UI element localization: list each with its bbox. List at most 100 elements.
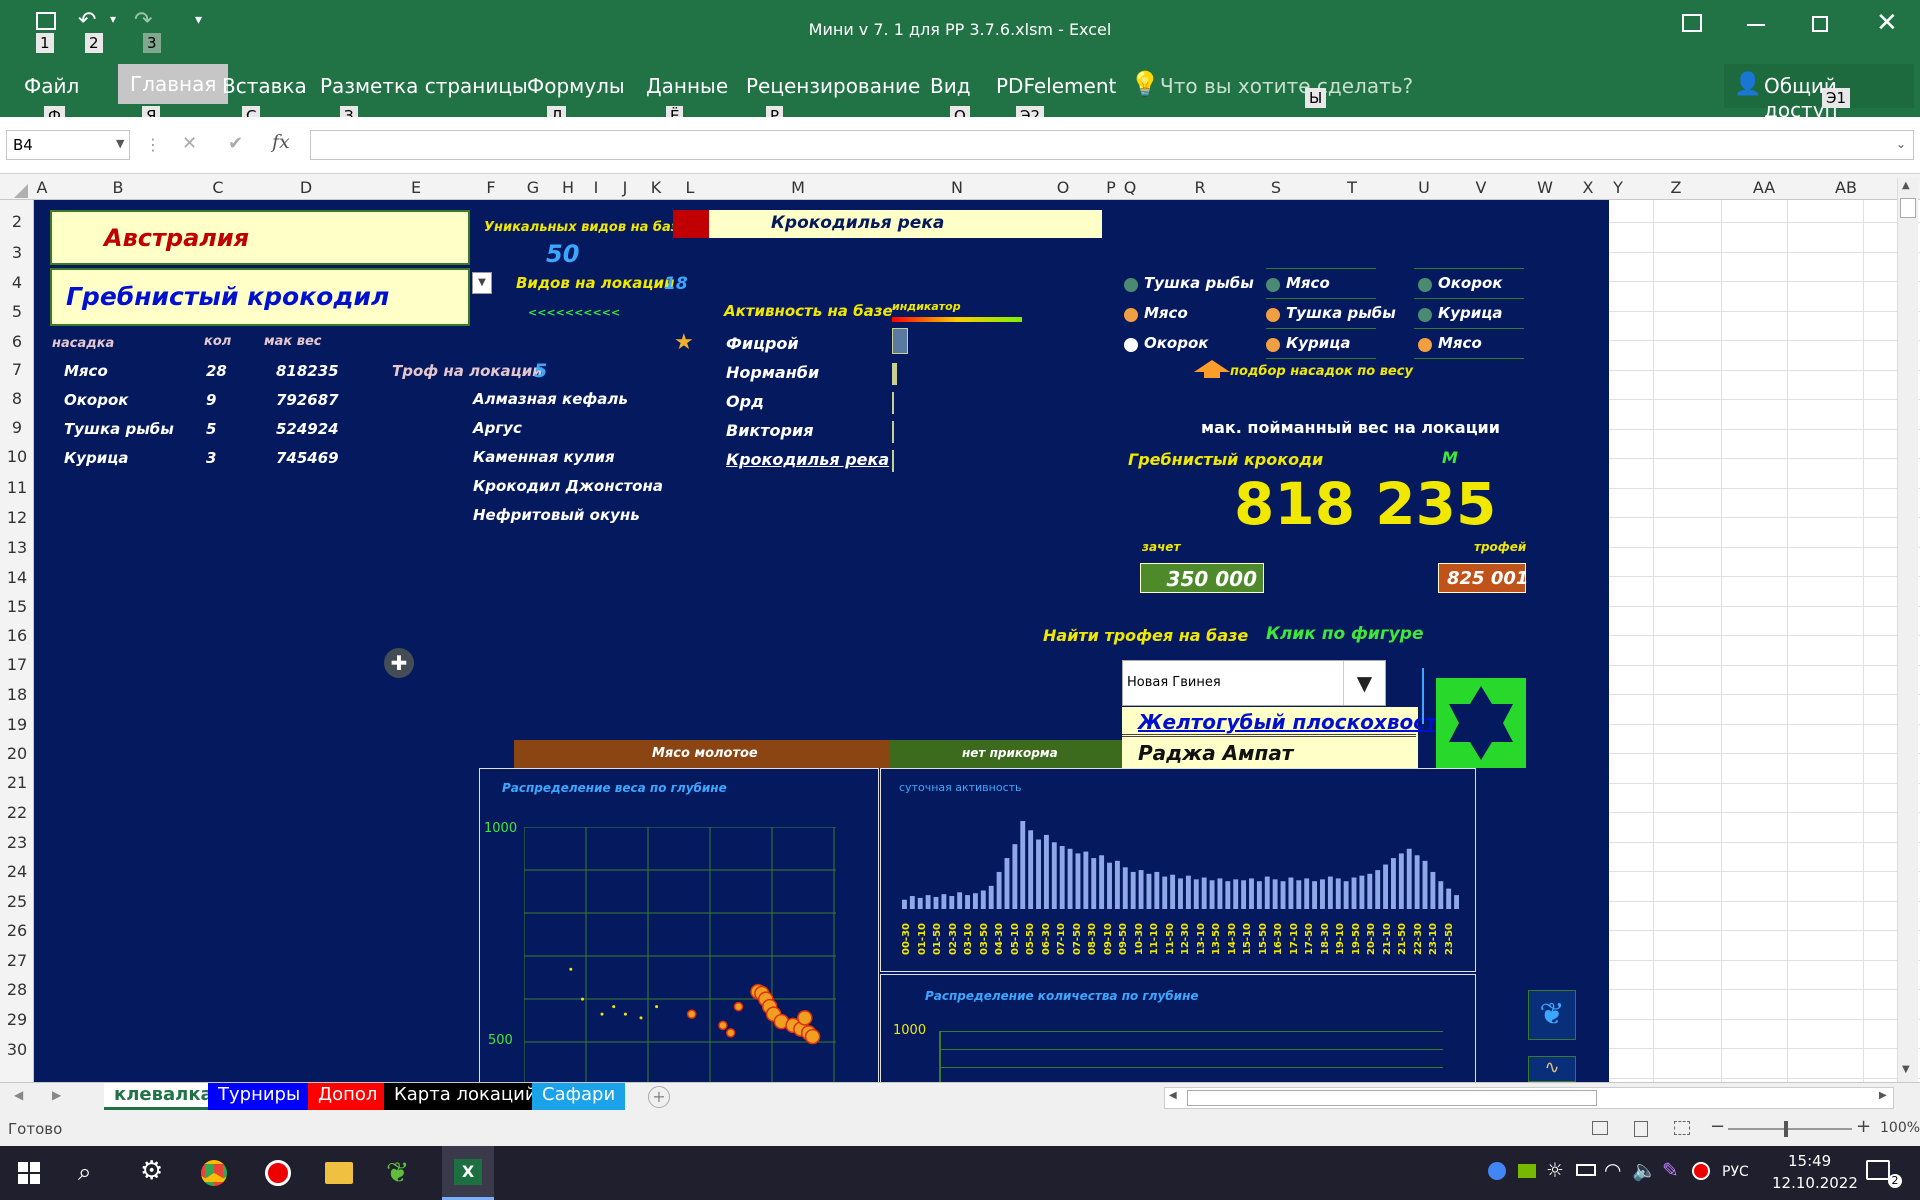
col-header-AB[interactable]: AB: [1835, 178, 1857, 197]
row-header-19[interactable]: 19: [0, 715, 34, 734]
col-header-R[interactable]: R: [1194, 178, 1205, 197]
record-icon[interactable]: [265, 1160, 291, 1186]
cancel-icon[interactable]: ✕: [182, 133, 197, 154]
col-header-H[interactable]: H: [562, 178, 574, 197]
col-header-P[interactable]: P: [1106, 178, 1116, 197]
zoom-out-icon[interactable]: −: [1710, 1116, 1725, 1137]
minimize-icon[interactable]: [1747, 24, 1765, 26]
language-indicator[interactable]: РУС: [1722, 1164, 1749, 1180]
tray-brightness-icon[interactable]: ☼: [1546, 1158, 1564, 1182]
col-header-K[interactable]: K: [651, 178, 662, 197]
close-icon[interactable]: ✕: [1876, 8, 1898, 38]
row-header-6[interactable]: 6: [0, 332, 34, 351]
vertical-scrollbar[interactable]: ▲ ▼: [1897, 178, 1918, 1082]
tray-record-icon[interactable]: [1692, 1162, 1710, 1180]
depth-weight-chart[interactable]: Распределение веса по глубине 1000 500: [479, 768, 879, 1082]
col-header-Z[interactable]: Z: [1671, 178, 1682, 197]
region-cell[interactable]: Австралия: [50, 210, 470, 265]
col-header-O[interactable]: O: [1057, 178, 1070, 197]
daily-activity-chart[interactable]: суточная активность 00-30 01-10 01-50 02-30…: [880, 768, 1476, 972]
notifications-icon[interactable]: [1866, 1160, 1890, 1180]
col-header-V[interactable]: V: [1476, 178, 1487, 197]
name-box-dropdown-icon[interactable]: ▼: [116, 137, 124, 150]
row-header-29[interactable]: 29: [0, 1010, 34, 1029]
up-arrow-icon[interactable]: [1194, 360, 1230, 372]
row-header-7[interactable]: 7: [0, 360, 34, 379]
share-button[interactable]: 👤 Общий доступ: [1724, 64, 1914, 122]
row-header-3[interactable]: 3: [0, 243, 34, 262]
col-header-U[interactable]: U: [1418, 178, 1430, 197]
hscroll-left-icon[interactable]: ◀: [1169, 1090, 1177, 1101]
scroll-down-icon[interactable]: ▼: [1902, 1064, 1910, 1075]
normal-view-icon[interactable]: [1592, 1121, 1608, 1135]
wifi-icon[interactable]: ◠: [1604, 1158, 1621, 1182]
star-figure-button[interactable]: [1436, 678, 1526, 768]
butterfly-image-icon[interactable]: ❦: [1528, 990, 1576, 1040]
clock-time[interactable]: 15:49: [1788, 1152, 1831, 1170]
row-header-26[interactable]: 26: [0, 921, 34, 940]
col-header-M[interactable]: M: [791, 178, 805, 197]
excel-taskbar-button[interactable]: X: [442, 1146, 494, 1200]
row-header-15[interactable]: 15: [0, 597, 34, 616]
settings-gear-icon[interactable]: ⚙: [140, 1156, 163, 1186]
sheet-tab-0[interactable]: клевалка: [104, 1083, 223, 1110]
hscroll-right-icon[interactable]: ▶: [1879, 1090, 1887, 1101]
windows-start-icon[interactable]: [18, 1162, 40, 1184]
row-header-25[interactable]: 25: [0, 892, 34, 911]
col-header-E[interactable]: E: [411, 178, 421, 197]
row-header-4[interactable]: 4: [0, 273, 34, 292]
row-header-28[interactable]: 28: [0, 980, 34, 999]
location-item[interactable]: Фицрой: [726, 334, 799, 353]
scroll-up-icon[interactable]: ▲: [1902, 180, 1910, 191]
scroll-spinner[interactable]: [1422, 668, 1424, 724]
sheet-tab-4[interactable]: Сафари: [532, 1083, 626, 1110]
row-header-14[interactable]: 14: [0, 568, 34, 587]
col-header-N[interactable]: N: [951, 178, 963, 197]
page-layout-icon[interactable]: [1634, 1121, 1648, 1137]
zoom-slider[interactable]: [1728, 1128, 1852, 1130]
col-header-W[interactable]: W: [1537, 178, 1553, 197]
restore-icon[interactable]: [1812, 16, 1828, 32]
col-header-I[interactable]: I: [594, 178, 599, 197]
row-header-8[interactable]: 8: [0, 389, 34, 408]
search-icon[interactable]: ⌕: [78, 1158, 91, 1186]
col-header-AA[interactable]: AA: [1753, 178, 1775, 197]
row-header-5[interactable]: 5: [0, 302, 34, 321]
location-item[interactable]: Норманби: [726, 363, 819, 382]
tab-2[interactable]: Вставка: [222, 74, 307, 98]
col-header-L[interactable]: L: [686, 178, 695, 197]
volume-icon[interactable]: 🔈: [1632, 1158, 1657, 1182]
row-header-2[interactable]: 2: [0, 212, 34, 231]
insert-function-icon[interactable]: fx: [272, 131, 290, 153]
sheet-tab-1[interactable]: Турниры: [208, 1083, 311, 1110]
col-header-T[interactable]: T: [1347, 178, 1357, 197]
row-header-13[interactable]: 13: [0, 538, 34, 557]
row-header-27[interactable]: 27: [0, 951, 34, 970]
tab-0[interactable]: Файл: [24, 74, 79, 98]
tab-scroll-right-icon[interactable]: ▶: [52, 1088, 61, 1102]
row-header-10[interactable]: 10: [0, 447, 34, 466]
row-header-24[interactable]: 24: [0, 862, 34, 881]
sheet-tab-2[interactable]: Допол: [308, 1083, 388, 1110]
col-header-G[interactable]: G: [527, 178, 539, 197]
depth-count-chart[interactable]: Распределение количества по глубине 1000: [880, 974, 1476, 1082]
zoom-level[interactable]: 100%: [1880, 1120, 1920, 1136]
tab-1[interactable]: Главная: [118, 64, 229, 104]
col-header-C[interactable]: C: [212, 178, 223, 197]
col-header-X[interactable]: X: [1583, 178, 1594, 197]
col-header-Y[interactable]: Y: [1613, 178, 1623, 197]
sheet-tab-3[interactable]: Карта локаций: [384, 1083, 547, 1110]
row-header-21[interactable]: 21: [0, 773, 34, 792]
zoom-in-icon[interactable]: +: [1856, 1116, 1871, 1137]
col-header-F[interactable]: F: [486, 178, 495, 197]
col-header-S[interactable]: S: [1271, 178, 1281, 197]
chrome-icon[interactable]: [201, 1160, 227, 1186]
tray-nvidia-icon[interactable]: [1518, 1164, 1536, 1178]
page-break-icon[interactable]: [1674, 1121, 1690, 1135]
species-dropdown-icon[interactable]: ▼: [472, 272, 492, 294]
row-header-30[interactable]: 30: [0, 1040, 34, 1059]
location-dropdown[interactable]: Новая Гвинея ▼: [1122, 660, 1386, 706]
row-header-9[interactable]: 9: [0, 418, 34, 437]
tell-me-box[interactable]: Что вы хотите сделать?: [1160, 74, 1413, 98]
row-header-23[interactable]: 23: [0, 833, 34, 852]
